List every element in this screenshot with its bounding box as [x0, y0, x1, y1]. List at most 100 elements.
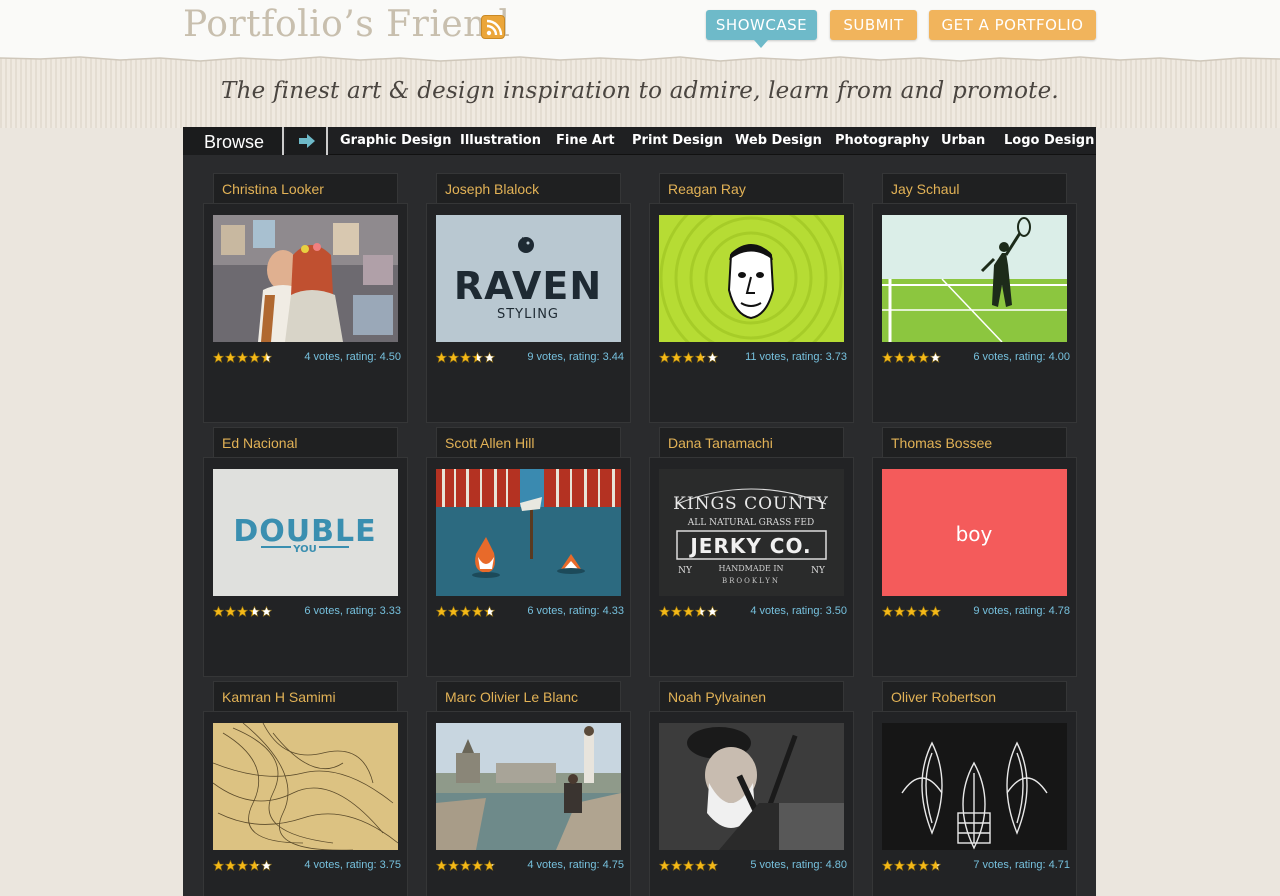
star-icon	[213, 860, 224, 871]
showcase-panel: Browse Graphic Design Illustration Fine …	[183, 127, 1096, 896]
portfolio-thumbnail[interactable]	[436, 723, 621, 850]
star-icon	[695, 352, 706, 363]
portfolio-thumbnail[interactable]: RAVEN STYLING	[436, 215, 621, 342]
portfolio-card: Noah Pylvainen 5 votes, rating: 4.80	[649, 681, 859, 896]
category-logo-design[interactable]: Logo Design	[1004, 127, 1094, 155]
star-icon	[225, 606, 236, 617]
star-icon	[261, 860, 272, 871]
category-urban[interactable]: Urban	[941, 127, 985, 155]
star-icon	[460, 606, 471, 617]
category-web-design[interactable]: Web Design	[735, 127, 822, 155]
browse-arrow-button[interactable]	[286, 127, 328, 155]
star-icon	[249, 606, 260, 617]
portfolio-name[interactable]: Kamran H Samimi	[213, 681, 398, 711]
rating-summary: 7 votes, rating: 4.71	[973, 859, 1070, 871]
browse-tab[interactable]: Browse	[183, 127, 284, 155]
star-icon	[448, 352, 459, 363]
star-rating	[882, 606, 941, 618]
portfolio-thumbnail[interactable]	[213, 723, 398, 850]
portfolio-thumbnail[interactable]	[213, 215, 398, 342]
star-icon	[436, 860, 447, 871]
star-rating	[213, 606, 272, 618]
portfolio-name[interactable]: Reagan Ray	[659, 173, 844, 203]
star-icon	[695, 606, 706, 617]
site-logo[interactable]: Portfolio’s Friend	[183, 4, 510, 45]
portfolio-thumbnail[interactable]	[882, 723, 1067, 850]
category-print-design[interactable]: Print Design	[632, 127, 723, 155]
portfolio-name[interactable]: Oliver Robertson	[882, 681, 1067, 711]
rss-icon[interactable]	[481, 15, 505, 39]
showcase-button[interactable]: SHOWCASE	[706, 10, 817, 40]
star-icon	[683, 606, 694, 617]
star-icon	[906, 352, 917, 363]
portfolio-thumbnail[interactable]	[882, 215, 1067, 342]
star-icon	[213, 606, 224, 617]
rating-summary: 4 votes, rating: 4.75	[527, 859, 624, 871]
star-icon	[484, 606, 495, 617]
star-icon	[930, 860, 941, 871]
portfolio-card: Thomas Bossee boy 9 votes, rating: 4.78	[872, 427, 1082, 677]
portfolio-name[interactable]: Marc Olivier Le Blanc	[436, 681, 621, 711]
portfolio-thumbnail[interactable]: KINGS COUNTY ALL NATURAL GRASS FED JERKY…	[659, 469, 844, 596]
star-icon	[707, 606, 718, 617]
portfolio-name[interactable]: Dana Tanamachi	[659, 427, 844, 457]
star-icon	[707, 352, 718, 363]
star-icon	[707, 860, 718, 871]
portfolio-thumbnail[interactable]: DOUBLE YOU	[213, 469, 398, 596]
star-icon	[460, 860, 471, 871]
star-rating	[213, 860, 272, 872]
star-icon	[249, 352, 260, 363]
category-bar: Browse Graphic Design Illustration Fine …	[183, 127, 1096, 155]
star-rating	[659, 606, 718, 618]
star-icon	[882, 352, 893, 363]
star-icon	[671, 606, 682, 617]
rating-summary: 4 votes, rating: 3.50	[750, 605, 847, 617]
star-rating	[882, 352, 941, 364]
raven-title-text: RAVEN	[454, 264, 602, 308]
star-icon	[225, 352, 236, 363]
portfolio-name[interactable]: Ed Nacional	[213, 427, 398, 457]
star-icon	[659, 606, 670, 617]
portfolio-thumbnail[interactable]	[436, 469, 621, 596]
star-icon	[894, 860, 905, 871]
category-graphic-design[interactable]: Graphic Design	[340, 127, 451, 155]
portfolio-name[interactable]: Christina Looker	[213, 173, 398, 203]
submit-button[interactable]: SUBMIT	[830, 10, 917, 40]
star-icon	[930, 352, 941, 363]
star-icon	[882, 606, 893, 617]
active-nav-pointer	[754, 40, 768, 48]
star-icon	[460, 352, 471, 363]
portfolio-name[interactable]: Joseph Blalock	[436, 173, 621, 203]
category-fine-art[interactable]: Fine Art	[556, 127, 615, 155]
portfolio-name[interactable]: Scott Allen Hill	[436, 427, 621, 457]
star-icon	[237, 606, 248, 617]
star-icon	[436, 606, 447, 617]
kings-county-text: KINGS COUNTY	[673, 494, 829, 514]
portfolio-thumbnail[interactable]: boy	[882, 469, 1067, 596]
star-icon	[671, 352, 682, 363]
category-illustration[interactable]: Illustration	[460, 127, 541, 155]
portfolio-card: Joseph Blalock RAVEN STYLING 9 votes, ra…	[426, 173, 636, 423]
category-photography[interactable]: Photography	[835, 127, 929, 155]
portfolio-card: Jay Schaul 6 votes, rating: 4.00	[872, 173, 1082, 423]
portfolio-name[interactable]: Noah Pylvainen	[659, 681, 844, 711]
portfolio-thumbnail[interactable]	[659, 723, 844, 850]
rating-summary: 6 votes, rating: 4.00	[973, 351, 1070, 363]
star-rating	[436, 352, 495, 364]
portfolio-name[interactable]: Thomas Bossee	[882, 427, 1067, 457]
star-icon	[237, 860, 248, 871]
rating-summary: 6 votes, rating: 3.33	[304, 605, 401, 617]
grass-fed-text: ALL NATURAL GRASS FED	[687, 518, 814, 528]
handmade-text: HANDMADE IN	[718, 564, 783, 573]
star-rating	[436, 860, 495, 872]
portfolio-card: Christina Looker 4 votes, rating: 4.50	[203, 173, 413, 423]
boy-text: boy	[956, 522, 993, 546]
torn-paper-edge	[0, 52, 1280, 62]
star-icon	[918, 860, 929, 871]
star-icon	[894, 352, 905, 363]
portfolio-name[interactable]: Jay Schaul	[882, 173, 1067, 203]
get-portfolio-button[interactable]: GET A PORTFOLIO	[929, 10, 1096, 40]
portfolio-thumbnail[interactable]	[659, 215, 844, 342]
star-icon	[448, 606, 459, 617]
star-icon	[695, 860, 706, 871]
